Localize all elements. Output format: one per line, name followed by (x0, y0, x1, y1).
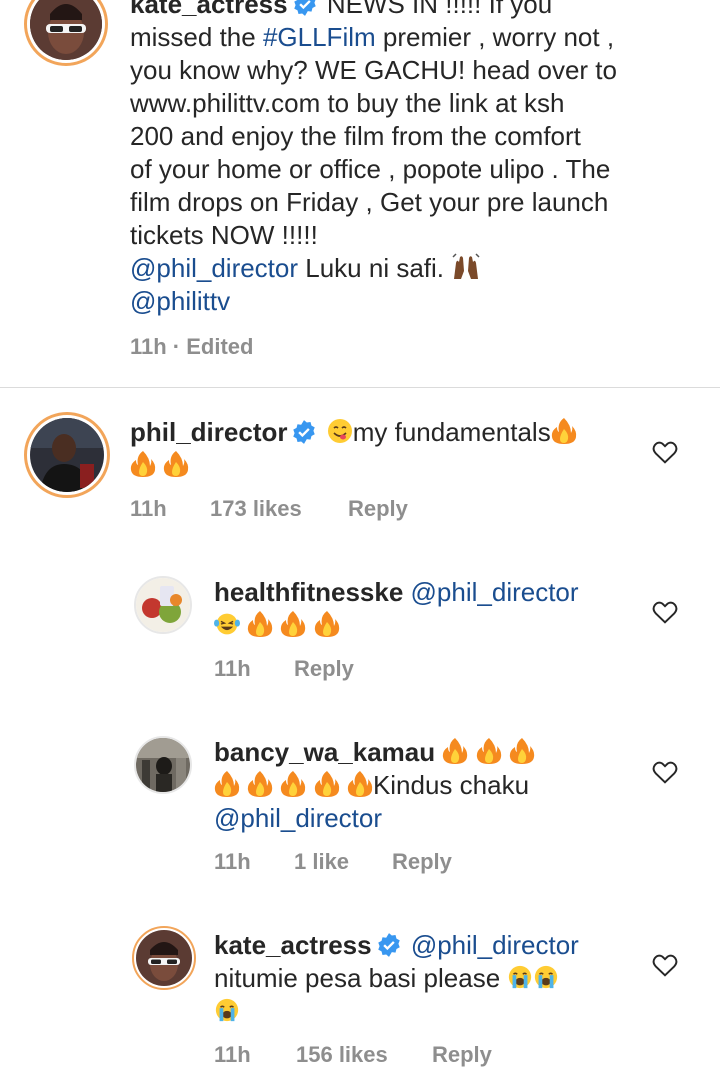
reply-body: Kindus chaku (372, 770, 530, 800)
fire-emoji-icon (347, 771, 373, 797)
comment-meta: 11h 173 likes Reply (130, 496, 408, 522)
reply-text: healthfitnesske @phil_director (214, 576, 634, 642)
fire-emoji-icon (248, 771, 273, 797)
mention-link[interactable]: @phil_director (411, 577, 579, 607)
verified-badge-icon (293, 420, 316, 444)
loudly-crying-emoji-icon (509, 965, 532, 989)
comment-text: phil_director my fundamentals (130, 416, 630, 482)
avatar-photo (136, 738, 190, 792)
reply-time: 11h (214, 1042, 251, 1067)
likes-count[interactable]: 156 likes (296, 1042, 432, 1068)
fire-emoji-icon (248, 611, 273, 637)
caption-avatar[interactable] (24, 0, 108, 66)
heart-icon[interactable] (652, 440, 678, 464)
reply-avatar[interactable] (132, 926, 196, 990)
caption-line-4: www.philittv.com to buy the link at ksh (130, 88, 565, 118)
fire-emoji-icon (314, 611, 339, 637)
divider (0, 387, 720, 388)
reply-time: 11h (214, 656, 251, 681)
hashtag-link[interactable]: #GLLFilm (263, 22, 376, 52)
raised-hands-emoji-icon (452, 253, 480, 279)
reply-text: bancy_wa_kamau Kindus chaku @phil_direct… (214, 736, 634, 835)
caption-meta: 11h · Edited (130, 334, 253, 360)
reply-button[interactable]: Reply (294, 656, 354, 682)
fire-emoji-icon (509, 738, 535, 764)
verified-badge-icon (377, 933, 400, 957)
mention-link[interactable]: @phil_director (411, 930, 579, 960)
fire-emoji-icon (130, 451, 156, 477)
comment-username[interactable]: phil_director (130, 417, 287, 447)
comment-time: 11h (130, 496, 167, 521)
likes-count[interactable]: 173 likes (210, 496, 348, 522)
fire-emoji-icon (281, 771, 306, 797)
post-caption: kate_actress NEWS IN !!!!! If you missed… (0, 0, 720, 388)
reply-meta: 11h 1 like Reply (214, 849, 452, 875)
comment-avatar[interactable] (24, 412, 110, 498)
fire-emoji-icon (164, 451, 189, 477)
fire-emoji-icon (551, 418, 576, 444)
caption-timestamp: 11h · Edited (130, 334, 254, 359)
reply-username[interactable]: healthfitnesske (214, 577, 403, 607)
yum-emoji-icon (327, 419, 352, 443)
caption-username[interactable]: kate_actress (130, 0, 288, 19)
caption-line-8: tickets NOW !!!!! (130, 220, 318, 250)
caption-line-6: of your home or office , popote ulipo . … (130, 154, 611, 184)
mention-link-philittv[interactable]: @philittv (130, 286, 230, 316)
caption-line-3: you know why? WE GACHU! head over to (130, 55, 617, 85)
reply-body: nitumie pesa basi please (214, 963, 508, 993)
reply-button[interactable]: Reply (432, 1042, 492, 1068)
fire-emoji-icon (281, 611, 306, 637)
avatar-photo (30, 418, 104, 492)
reply-text: kate_actress @phil_director nitumie pesa… (214, 929, 634, 1028)
reply-time: 11h (214, 849, 251, 874)
avatar-photo (136, 578, 190, 632)
fire-emoji-icon (476, 738, 501, 764)
heart-icon[interactable] (652, 760, 678, 784)
heart-icon[interactable] (652, 600, 678, 624)
caption-line-9: Luku ni safi. (298, 253, 452, 283)
avatar-photo (30, 0, 102, 60)
avatar-photo (136, 930, 192, 986)
reply-meta: 11h Reply (214, 656, 354, 682)
fire-emoji-icon (443, 738, 468, 764)
reply-avatar[interactable] (134, 576, 192, 634)
caption-text: kate_actress NEWS IN !!!!! If you missed… (130, 0, 690, 318)
caption-line-1: NEWS IN !!!!! If you (326, 0, 553, 19)
reply-button[interactable]: Reply (348, 496, 408, 522)
fire-emoji-icon (314, 771, 339, 797)
reply-avatar[interactable] (134, 736, 192, 794)
loudly-crying-emoji-icon (215, 998, 239, 1022)
caption-line-2a: missed the (130, 22, 263, 52)
reply-username[interactable]: bancy_wa_kamau (214, 737, 435, 767)
comment-body: my fundamentals (352, 417, 551, 447)
verified-badge-icon (293, 0, 316, 16)
mention-link[interactable]: @phil_director (130, 253, 298, 283)
reply-username[interactable]: kate_actress (214, 930, 372, 960)
caption-line-7: film drops on Friday , Get your pre laun… (130, 187, 609, 217)
heart-icon[interactable] (652, 953, 678, 977)
caption-line-5: 200 and enjoy the film from the comfort (130, 121, 581, 151)
caption-line-2b: premier , worry not , (375, 22, 615, 52)
reply-meta: 11h 156 likes Reply (214, 1042, 492, 1068)
loudly-crying-emoji-icon (535, 965, 558, 989)
laugh-cry-emoji-icon (214, 613, 240, 635)
mention-link[interactable]: @phil_director (214, 803, 382, 833)
fire-emoji-icon (214, 771, 240, 797)
reply-button[interactable]: Reply (392, 849, 452, 875)
likes-count[interactable]: 1 like (294, 849, 392, 875)
